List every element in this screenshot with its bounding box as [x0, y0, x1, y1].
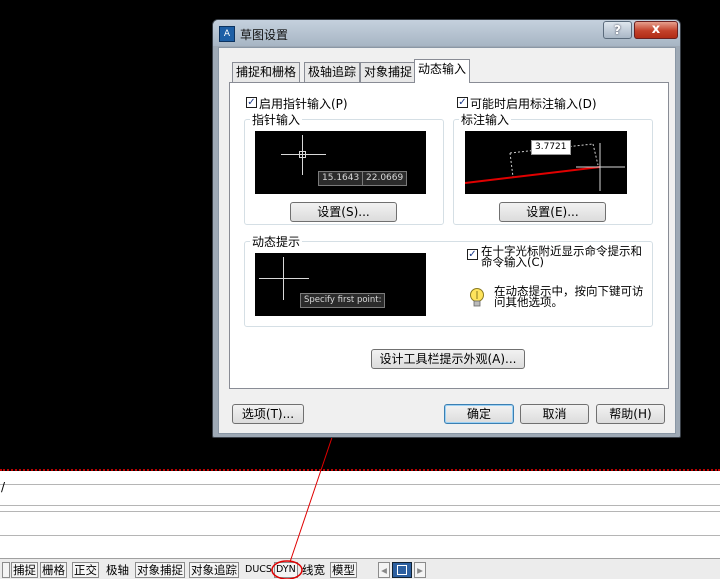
- dimension-input-settings-button[interactable]: 设置(E)...: [499, 202, 606, 222]
- title-bar[interactable]: A 草图设置 ? x: [213, 20, 680, 46]
- pointer-input-preview: 15.1643 22.0669: [255, 131, 426, 194]
- tooltip-appearance-button[interactable]: 设计工具栏提示外观(A)...: [371, 349, 525, 369]
- dimension-input-group-title: 标注输入: [459, 111, 512, 128]
- cancel-button[interactable]: 取消: [520, 404, 589, 424]
- title-help-button[interactable]: ?: [603, 21, 632, 39]
- close-button[interactable]: x: [634, 21, 678, 39]
- tab-page-dynamic-input: ✓ 启用指针输入(P) ✓ 可能时启用标注输入(D) 指针输入 15.1643 …: [229, 82, 669, 389]
- tab-snap-grid[interactable]: 捕捉和栅格: [232, 62, 301, 82]
- tab-polar-tracking[interactable]: 极轴追踪: [304, 62, 361, 82]
- pointer-input-group-title: 指针输入: [250, 111, 303, 128]
- enable-dimension-input-checkbox[interactable]: ✓: [457, 97, 468, 108]
- annotation-circle: [271, 560, 303, 579]
- crosshair-horizontal: [259, 278, 309, 279]
- enable-dimension-input-label[interactable]: 可能时启用标注输入(D): [470, 95, 597, 112]
- dimension-input-preview: 3.7721: [465, 131, 627, 194]
- dimension-readout: 3.7721: [531, 140, 571, 155]
- pointer-readout-x: 15.1643: [318, 171, 364, 186]
- drafting-settings-dialog: A 草图设置 ? x 捕捉和栅格 极轴追踪 对象捕捉 动态输入 ✓ 启用指针输入…: [212, 19, 681, 438]
- tab-dynamic-input[interactable]: 动态输入: [414, 59, 471, 83]
- dynamic-prompts-preview: Specify first point:: [255, 253, 426, 316]
- enable-pointer-input-checkbox[interactable]: ✓: [246, 97, 257, 108]
- options-button[interactable]: 选项(T)...: [232, 404, 304, 424]
- dynamic-prompts-group-title: 动态提示: [250, 233, 303, 250]
- show-prompts-checkbox[interactable]: ✓: [467, 249, 478, 260]
- pickbox-icon: [299, 151, 306, 158]
- dialog-title: 草图设置: [240, 28, 289, 42]
- prompt-preview-text: Specify first point:: [300, 293, 386, 308]
- dialog-client: 捕捉和栅格 极轴追踪 对象捕捉 动态输入 ✓ 启用指针输入(P) ✓ 可能时启用…: [218, 47, 676, 434]
- pointer-readout-y: 22.0669: [362, 171, 408, 186]
- app-icon: A: [219, 26, 235, 42]
- tab-object-snap[interactable]: 对象捕捉: [360, 62, 417, 82]
- ok-button[interactable]: 确定: [444, 404, 514, 424]
- lightbulb-icon: [470, 288, 484, 307]
- show-prompts-label[interactable]: 在十字光标附近显示命令提示和命令输入(C): [481, 245, 651, 268]
- dynamic-prompts-tip: 在动态提示中，按向下键可访问其他选项。: [494, 284, 644, 309]
- crosshair-vertical: [283, 257, 284, 300]
- enable-pointer-input-label[interactable]: 启用指针输入(P): [259, 95, 348, 112]
- help-button[interactable]: 帮助(H): [596, 404, 665, 424]
- pointer-input-settings-button[interactable]: 设置(S)...: [290, 202, 397, 222]
